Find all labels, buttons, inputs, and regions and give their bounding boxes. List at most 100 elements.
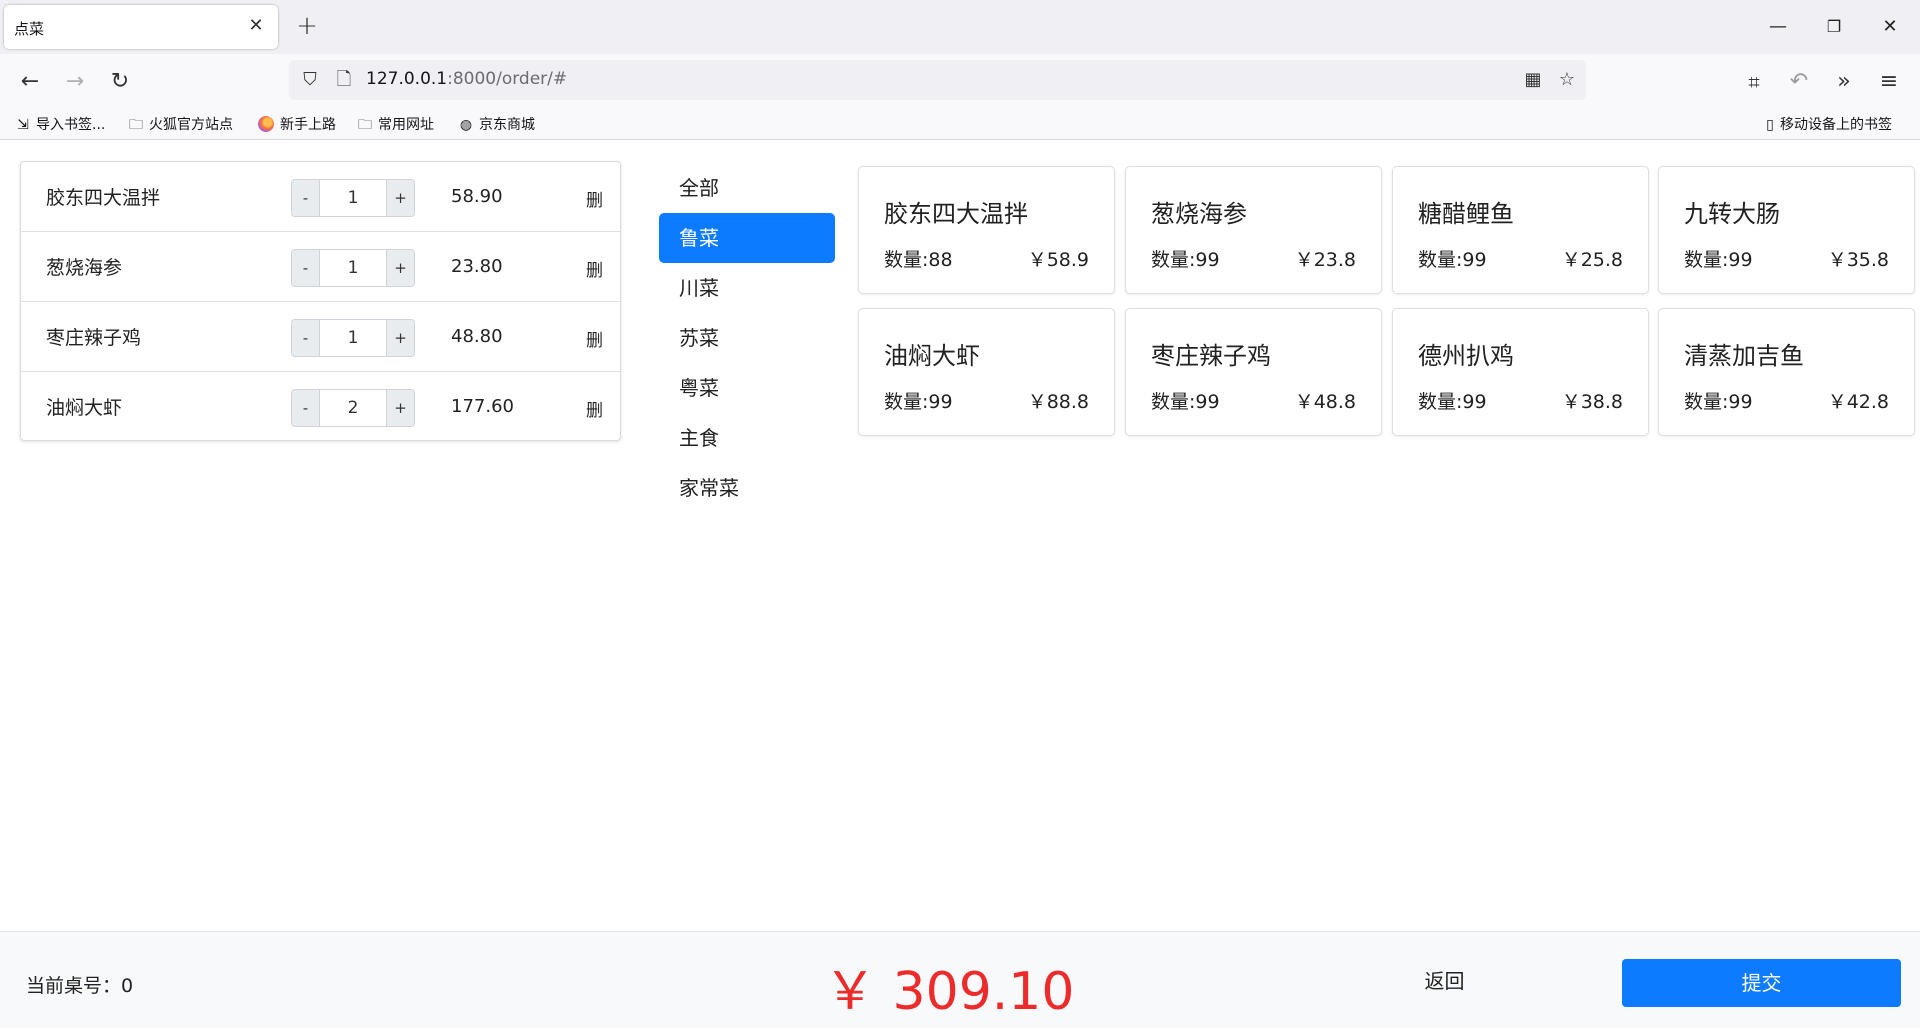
bookmark-firefox-site[interactable]: 🗀 火狐官方站点 bbox=[127, 114, 233, 136]
url-text[interactable]: 127.0.0.1:8000/order/# bbox=[366, 69, 567, 89]
dish-price: ￥35.8 bbox=[1827, 249, 1889, 271]
order-total: ￥ 309.10 bbox=[824, 962, 1075, 1022]
undo-icon[interactable]: ↶ bbox=[1783, 66, 1815, 98]
quantity-input[interactable]: 1 bbox=[320, 180, 386, 216]
more-tools-icon[interactable]: » bbox=[1828, 66, 1860, 98]
dish-card[interactable]: 德州扒鸡 数量:99 ￥38.8 bbox=[1392, 308, 1649, 436]
mobile-device-icon: ▯ bbox=[1766, 117, 1774, 133]
bookmark-label: 移动设备上的书签 bbox=[1780, 117, 1892, 133]
globe-icon: ◍ bbox=[459, 117, 473, 133]
dish-name: 葱烧海参 bbox=[1151, 200, 1247, 228]
dish-stock: 数量:99 bbox=[1684, 249, 1753, 271]
quantity-input[interactable]: 1 bbox=[320, 320, 386, 356]
cart-item-name: 枣庄辣子鸡 bbox=[46, 327, 142, 349]
folder-icon: 🗀 bbox=[358, 117, 372, 133]
increase-button[interactable]: + bbox=[386, 250, 414, 286]
restore-icon[interactable]: ❐ bbox=[1816, 10, 1852, 44]
dish-card[interactable]: 胶东四大温拌 数量:88 ￥58.9 bbox=[858, 166, 1115, 294]
quantity-stepper: - 1 + bbox=[291, 319, 415, 357]
bookmarks-bar: ⇲ 导入书签... 🗀 火狐官方站点 新手上路 🗀 常用网址 ◍ 京东商城 ▯ 移动设备上… bbox=[0, 110, 1920, 140]
dish-stock: 数量:88 bbox=[884, 249, 953, 271]
window-close-icon[interactable]: ✕ bbox=[1872, 10, 1908, 44]
url-path: :8000/order/# bbox=[447, 69, 568, 89]
shield-icon[interactable]: ⛉ bbox=[297, 67, 323, 93]
import-icon: ⇲ bbox=[17, 117, 29, 133]
menu-icon[interactable]: ≡ bbox=[1873, 66, 1905, 98]
decrease-button[interactable]: - bbox=[292, 390, 320, 426]
new-tab-icon[interactable]: + bbox=[292, 11, 322, 41]
delete-button[interactable]: 删 bbox=[586, 186, 603, 211]
order-cart: 胶东四大温拌 - 1 + 58.90 删 葱烧海参 - 1 + 23.80 删 … bbox=[20, 161, 621, 441]
dish-name: 九转大肠 bbox=[1684, 200, 1780, 228]
reload-icon[interactable]: ↻ bbox=[104, 66, 136, 98]
delete-button[interactable]: 删 bbox=[586, 326, 603, 351]
dish-price: ￥58.9 bbox=[1027, 249, 1089, 271]
minimize-icon[interactable]: — bbox=[1760, 10, 1796, 44]
quantity-stepper: - 1 + bbox=[291, 179, 415, 217]
bookmark-label: 常用网址 bbox=[378, 117, 434, 133]
category-su[interactable]: 苏菜 bbox=[659, 313, 835, 363]
tab-title: 点菜 bbox=[14, 20, 45, 38]
category-yue[interactable]: 粤菜 bbox=[659, 363, 835, 413]
dish-price: ￥48.8 bbox=[1294, 391, 1356, 413]
dish-price: ￥88.8 bbox=[1027, 391, 1089, 413]
dish-card[interactable]: 葱烧海参 数量:99 ￥23.8 bbox=[1125, 166, 1382, 294]
category-all[interactable]: 全部 bbox=[659, 163, 835, 213]
quantity-stepper: - 2 + bbox=[291, 389, 415, 427]
dish-price: ￥42.8 bbox=[1827, 391, 1889, 413]
dish-card[interactable]: 九转大肠 数量:99 ￥35.8 bbox=[1658, 166, 1915, 294]
back-arrow-icon[interactable]: ← bbox=[14, 66, 46, 98]
cart-item-price: 58.90 bbox=[451, 186, 503, 207]
decrease-button[interactable]: - bbox=[292, 250, 320, 286]
dish-stock: 数量:99 bbox=[1684, 391, 1753, 413]
dish-name: 胶东四大温拌 bbox=[884, 200, 1028, 228]
category-staple[interactable]: 主食 bbox=[659, 413, 835, 463]
increase-button[interactable]: + bbox=[386, 390, 414, 426]
qr-code-icon[interactable]: ▦ bbox=[1520, 67, 1546, 93]
bookmark-label: 新手上路 bbox=[280, 117, 336, 133]
back-button[interactable]: 返回 bbox=[1407, 958, 1482, 1004]
dish-name: 油焖大虾 bbox=[884, 342, 980, 370]
table-number: 当前桌号：0 bbox=[26, 975, 134, 997]
cart-row: 胶东四大温拌 - 1 + 58.90 删 bbox=[21, 162, 620, 232]
cart-item-price: 177.60 bbox=[451, 396, 514, 417]
bookmark-jd[interactable]: ◍ 京东商城 bbox=[457, 114, 535, 136]
cart-item-name: 葱烧海参 bbox=[46, 257, 123, 279]
page-icon[interactable]: 🗋 bbox=[331, 67, 357, 93]
bookmark-import[interactable]: ⇲ 导入书签... bbox=[14, 114, 105, 136]
dish-name: 德州扒鸡 bbox=[1418, 342, 1514, 370]
submit-button[interactable]: 提交 bbox=[1622, 959, 1901, 1007]
dish-card[interactable]: 油焖大虾 数量:99 ￥88.8 bbox=[858, 308, 1115, 436]
dish-stock: 数量:99 bbox=[1418, 391, 1487, 413]
cart-row: 油焖大虾 - 2 + 177.60 删 bbox=[21, 372, 620, 442]
category-home[interactable]: 家常菜 bbox=[659, 463, 835, 513]
quantity-input[interactable]: 1 bbox=[320, 250, 386, 286]
close-tab-icon[interactable]: ✕ bbox=[244, 14, 268, 38]
cart-item-name: 油焖大虾 bbox=[46, 397, 123, 419]
delete-button[interactable]: 删 bbox=[586, 256, 603, 281]
category-chuan[interactable]: 川菜 bbox=[659, 263, 835, 313]
folder-icon: 🗀 bbox=[129, 117, 143, 133]
dish-card[interactable]: 枣庄辣子鸡 数量:99 ￥48.8 bbox=[1125, 308, 1382, 436]
decrease-button[interactable]: - bbox=[292, 320, 320, 356]
category-lu[interactable]: 鲁菜 bbox=[659, 213, 835, 263]
bookmark-star-icon[interactable]: ☆ bbox=[1554, 67, 1580, 93]
screenshot-crop-icon[interactable]: ⌗ bbox=[1738, 66, 1770, 98]
decrease-button[interactable]: - bbox=[292, 180, 320, 216]
dish-card[interactable]: 清蒸加吉鱼 数量:99 ￥42.8 bbox=[1658, 308, 1915, 436]
bookmark-common-sites[interactable]: 🗀 常用网址 bbox=[356, 114, 434, 136]
cart-row: 枣庄辣子鸡 - 1 + 48.80 删 bbox=[21, 302, 620, 372]
increase-button[interactable]: + bbox=[386, 180, 414, 216]
bookmark-mobile[interactable]: ▯ 移动设备上的书签 bbox=[1764, 114, 1892, 136]
browser-tab[interactable]: 点菜 ✕ bbox=[4, 5, 278, 49]
dish-name: 清蒸加吉鱼 bbox=[1684, 342, 1804, 370]
quantity-input[interactable]: 2 bbox=[320, 390, 386, 426]
cart-item-name: 胶东四大温拌 bbox=[46, 187, 161, 209]
forward-arrow-icon[interactable]: → bbox=[59, 66, 91, 98]
bookmark-label: 火狐官方站点 bbox=[149, 117, 233, 133]
delete-button[interactable]: 删 bbox=[586, 396, 603, 421]
bookmark-getting-started[interactable]: 新手上路 bbox=[258, 114, 336, 136]
dish-card[interactable]: 糖醋鲤鱼 数量:99 ￥25.8 bbox=[1392, 166, 1649, 294]
address-bar[interactable]: ⛉ 🗋 127.0.0.1:8000/order/# ▦ ☆ bbox=[289, 60, 1586, 100]
increase-button[interactable]: + bbox=[386, 320, 414, 356]
